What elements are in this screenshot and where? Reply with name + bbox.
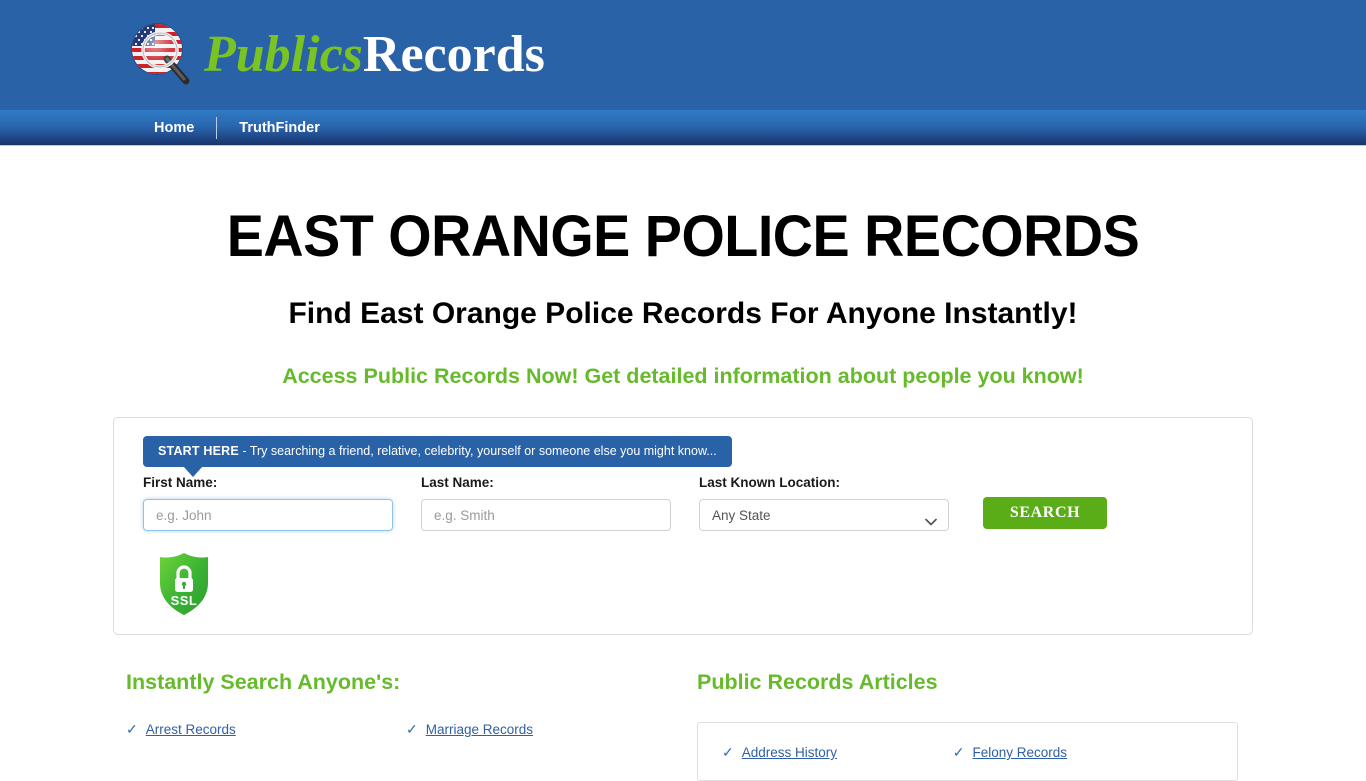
callout-rest-text: - Try searching a friend, relative, cele… (238, 444, 717, 458)
page-title: EAST ORANGE POLICE RECORDS (226, 204, 1140, 269)
list-item[interactable]: ✓ Address History (722, 745, 953, 760)
instant-search-heading: Instantly Search Anyone's: (126, 670, 401, 694)
location-label: Last Known Location: (699, 475, 840, 490)
check-icon: ✓ (722, 744, 734, 760)
search-fields: First Name: Last Name: Last Known Locati… (143, 475, 1223, 531)
ssl-badge-label: SSL (170, 593, 198, 608)
last-name-label: Last Name: (421, 475, 494, 490)
site-logo[interactable]: PublicsRecords (124, 14, 545, 96)
articles-column: Public Records Articles ✓ Address Histor… (697, 670, 1238, 781)
link-address-history[interactable]: Address History (742, 745, 837, 760)
check-icon: ✓ (126, 721, 138, 737)
articles-heading: Public Records Articles (697, 670, 938, 694)
location-group: Last Known Location: Any State (699, 475, 954, 531)
list-item[interactable]: ✓ Felony Records (953, 745, 1184, 760)
site-header: PublicsRecords (0, 0, 1366, 110)
callout-bold-text: START HERE (158, 444, 239, 458)
logo-text-publics: Publics (204, 26, 363, 83)
first-name-input[interactable] (143, 499, 393, 531)
list-item[interactable]: ✓ Arrest Records (126, 722, 406, 737)
main-navigation: Home TruthFinder (0, 110, 1366, 146)
first-name-group: First Name: (143, 475, 421, 531)
ssl-badge: SSL (155, 551, 213, 617)
search-panel: START HERE - Try searching a friend, rel… (113, 417, 1253, 635)
instant-search-link-grid: ✓ Arrest Records ✓ Marriage Records (126, 722, 686, 755)
link-marriage-records[interactable]: Marriage Records (426, 722, 533, 737)
check-icon: ✓ (406, 721, 418, 737)
instant-search-column: Instantly Search Anyone's: ✓ Arrest Reco… (126, 670, 686, 755)
nav-item-truthfinder[interactable]: TruthFinder (217, 117, 342, 139)
link-arrest-records[interactable]: Arrest Records (146, 722, 236, 737)
page-subtitle: Find East Orange Police Records For Anyo… (288, 297, 1078, 330)
flag-magnifier-icon (124, 17, 200, 93)
location-select[interactable]: Any State (699, 499, 949, 531)
last-name-group: Last Name: (421, 475, 699, 531)
articles-link-grid: ✓ Address History ✓ Felony Records (722, 745, 1213, 780)
list-item[interactable]: ✓ Marriage Records (406, 722, 686, 737)
articles-box: ✓ Address History ✓ Felony Records (697, 722, 1238, 781)
search-button[interactable]: SEARCH (983, 497, 1107, 529)
location-select-wrap: Any State (699, 499, 949, 531)
logo-wordmark: PublicsRecords (204, 28, 545, 82)
page-tagline: Access Public Records Now! Get detailed … (282, 364, 1084, 388)
nav-item-home[interactable]: Home (124, 117, 216, 139)
link-felony-records[interactable]: Felony Records (973, 745, 1068, 760)
logo-text-records: Records (362, 26, 545, 83)
check-icon: ✓ (952, 744, 965, 760)
last-name-input[interactable] (421, 499, 671, 531)
first-name-label: First Name: (143, 475, 218, 490)
start-here-callout: START HERE - Try searching a friend, rel… (143, 436, 732, 477)
